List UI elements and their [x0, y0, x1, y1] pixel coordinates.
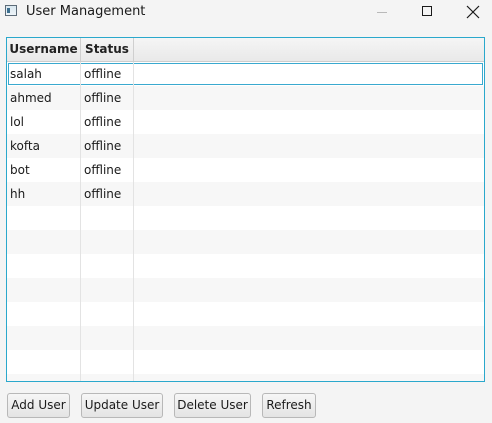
status-cell — [81, 254, 134, 278]
status-cell — [81, 302, 134, 326]
username-cell — [7, 326, 81, 350]
status-cell — [81, 350, 134, 374]
refresh-button[interactable]: Refresh — [262, 393, 316, 418]
window-icon — [5, 5, 17, 16]
table-row[interactable]: lol offline — [7, 110, 484, 134]
username-cell — [7, 350, 81, 374]
column-divider — [80, 38, 81, 381]
delete-user-button[interactable]: Delete User — [174, 393, 251, 418]
window-title: User Management — [26, 4, 146, 19]
maximize-icon — [422, 6, 432, 16]
status-cell: offline — [84, 115, 122, 129]
close-icon — [466, 5, 480, 19]
empty-table-row[interactable] — [7, 278, 484, 302]
minimize-button[interactable] — [358, 0, 404, 26]
table-row[interactable]: ahmed offline — [7, 86, 484, 110]
username-cell: lol — [10, 115, 25, 129]
users-table[interactable]: salah offline ahmed offline lol offline kofta o… — [6, 37, 485, 382]
status-cell — [81, 206, 134, 230]
status-cell — [81, 278, 134, 302]
empty-table-row[interactable] — [7, 326, 484, 350]
empty-table-row[interactable] — [7, 254, 484, 278]
username-cell: salah — [10, 67, 42, 81]
username-cell: bot — [10, 163, 30, 177]
empty-table-row[interactable] — [7, 206, 484, 230]
table-body: salah offline ahmed offline lol offline kofta o… — [7, 62, 484, 381]
table-header: Username Status — [7, 38, 484, 62]
table-row[interactable]: salah offline — [7, 62, 484, 86]
maximize-button[interactable] — [404, 0, 450, 26]
table-row[interactable]: bot offline — [7, 158, 484, 182]
column-header-status[interactable]: Status — [81, 38, 134, 61]
close-button[interactable] — [450, 0, 492, 26]
status-cell — [81, 230, 134, 254]
username-cell: ahmed — [10, 91, 52, 105]
username-cell: kofta — [10, 139, 40, 153]
username-cell — [7, 206, 81, 230]
empty-table-row[interactable] — [7, 374, 484, 381]
column-header-username[interactable]: Username — [7, 38, 81, 61]
empty-table-row[interactable] — [7, 350, 484, 374]
update-user-button[interactable]: Update User — [81, 393, 163, 418]
status-cell — [81, 326, 134, 350]
username-cell — [7, 254, 81, 278]
status-cell: offline — [84, 67, 122, 81]
status-cell — [81, 374, 134, 381]
title-bar[interactable]: User Management — [0, 0, 492, 26]
status-cell: offline — [84, 139, 122, 153]
status-cell: offline — [84, 91, 122, 105]
username-cell — [7, 278, 81, 302]
status-cell: offline — [84, 187, 122, 201]
empty-table-row[interactable] — [7, 302, 484, 326]
username-cell — [7, 302, 81, 326]
table-row[interactable]: kofta offline — [7, 134, 484, 158]
status-cell: offline — [84, 163, 122, 177]
username-cell: hh — [10, 187, 26, 201]
user-management-window: User Management salah offline ahmed offline… — [0, 0, 492, 423]
minimize-icon — [377, 12, 387, 13]
table-row[interactable]: hh offline — [7, 182, 484, 206]
username-cell — [7, 230, 81, 254]
column-divider — [133, 38, 134, 381]
empty-table-row[interactable] — [7, 230, 484, 254]
username-cell — [7, 374, 81, 381]
add-user-button[interactable]: Add User — [7, 393, 70, 418]
